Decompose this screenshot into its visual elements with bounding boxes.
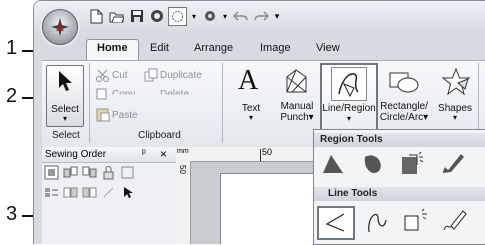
line-region-button[interactable]: Line/Region ▾ xyxy=(320,63,378,133)
scissors-icon xyxy=(96,69,110,87)
shapes-button[interactable]: Shapes ▾ xyxy=(434,65,476,125)
line-freehand-icon xyxy=(443,210,467,231)
region-freehand-icon xyxy=(443,154,464,173)
callout-2: 2 xyxy=(6,85,18,107)
region-curve-icon xyxy=(364,155,381,174)
resize-icon[interactable] xyxy=(101,185,116,200)
line-curve-icon xyxy=(368,213,387,233)
quick-access-toolbar: ▾ ▾ ▾ xyxy=(88,6,282,26)
ruler-mark-50: 50 xyxy=(262,147,273,157)
order-first-icon[interactable] xyxy=(63,165,78,180)
line-semi-auto-icon xyxy=(404,208,427,231)
move-next-icon[interactable] xyxy=(82,185,97,200)
duplicate-button[interactable]: Duplicate xyxy=(160,70,202,81)
order-grid-icon[interactable] xyxy=(44,165,59,180)
circle-arc-label: Circle/Arc▾ xyxy=(379,112,429,123)
sewing-order-header: Sewing Order ᵖ × xyxy=(42,147,176,163)
region-semi-auto-tool[interactable] xyxy=(396,149,430,179)
open-file-icon[interactable] xyxy=(108,8,125,25)
rectangle-circle-icon xyxy=(389,72,419,93)
select-button-arrow: ▾ xyxy=(62,114,67,123)
tab-view[interactable]: View xyxy=(316,42,340,54)
app-logo-icon xyxy=(51,18,69,36)
new-file-icon[interactable] xyxy=(88,8,105,25)
sewing-order-panel: Sewing Order ᵖ × xyxy=(42,147,177,244)
line-semi-auto-tool[interactable] xyxy=(399,206,433,236)
paste-icon xyxy=(96,107,110,127)
region-tools-header: Region Tools xyxy=(314,133,485,147)
shapes-arrow: ▾ xyxy=(452,113,457,122)
line-curve-tool[interactable] xyxy=(360,206,394,236)
line-region-dropdown: Region Tools Line Tools xyxy=(313,129,485,245)
sew-type-icon[interactable] xyxy=(201,8,218,25)
frame-icon[interactable] xyxy=(120,165,135,180)
copy-icon xyxy=(96,87,110,105)
line-tools-label: Line Tools xyxy=(328,188,378,199)
paste-button[interactable]: Paste xyxy=(112,110,138,121)
customize-toolbar-icon[interactable]: ▾ xyxy=(272,8,282,25)
save-icon[interactable] xyxy=(128,8,145,25)
pin-icon[interactable]: ᵖ xyxy=(142,148,146,159)
vruler-mark-50: 50 xyxy=(178,165,187,174)
region-semi-auto-icon xyxy=(402,151,424,174)
thread-color-icon[interactable] xyxy=(168,6,187,26)
line-freehand-tool[interactable] xyxy=(438,206,472,236)
manual-punch-label-2: Punch▾ xyxy=(280,112,314,123)
tab-arrange[interactable]: Arrange xyxy=(194,42,233,54)
region-freehand-tool[interactable] xyxy=(436,149,470,179)
sewing-order-toolbar-1 xyxy=(44,165,135,180)
sewing-order-toolbar-2 xyxy=(44,185,135,200)
manual-punch-label-1: Manual xyxy=(280,101,314,112)
rectangle-label: Rectangle/ xyxy=(380,101,428,112)
dropdown-arrow-icon[interactable]: ▾ xyxy=(190,8,198,25)
group-separator-2 xyxy=(222,63,223,143)
ruler-unit: mm xyxy=(177,148,189,155)
callout-1: 1 xyxy=(6,37,18,59)
text-button-arrow: ▾ xyxy=(248,113,253,122)
tab-home-label[interactable]: Home xyxy=(97,42,128,54)
close-icon[interactable]: × xyxy=(160,147,167,161)
group-label-select: Select xyxy=(52,130,80,141)
manual-punch-button[interactable]: Manual Punch▾ xyxy=(274,65,320,125)
line-tools-row xyxy=(317,206,472,240)
tab-image[interactable]: Image xyxy=(260,42,291,54)
dropdown-arrow-icon-2[interactable]: ▾ xyxy=(221,8,229,25)
group-label-clipboard: Clipboard xyxy=(138,130,181,141)
group-separator xyxy=(89,63,90,143)
region-polygon-icon xyxy=(323,155,343,173)
callout-3: 3 xyxy=(6,203,18,225)
order-last-icon[interactable] xyxy=(82,165,97,180)
line-region-arrow: ▾ xyxy=(346,114,351,123)
region-tools-row xyxy=(316,149,470,179)
region-curve-tool[interactable] xyxy=(356,149,390,179)
arrow-pointer-icon xyxy=(59,71,72,91)
region-tools-label: Region Tools xyxy=(320,134,383,145)
move-prev-icon[interactable] xyxy=(63,185,78,200)
vertical-ruler: 50 xyxy=(176,161,191,244)
tab-edit[interactable]: Edit xyxy=(150,42,169,54)
stop-icon[interactable] xyxy=(148,8,165,25)
line-region-icon-frame xyxy=(331,67,367,101)
line-region-label: Line/Region xyxy=(322,103,376,114)
undo-icon[interactable] xyxy=(232,8,249,25)
text-button[interactable]: A Text ▾ xyxy=(232,65,270,125)
line-straight-icon xyxy=(325,213,345,232)
duplicate-icon xyxy=(144,68,158,87)
line-straight-tool[interactable] xyxy=(317,206,355,240)
pointer-icon[interactable] xyxy=(120,185,135,200)
lock-icon[interactable] xyxy=(101,165,116,180)
line-tools-header: Line Tools xyxy=(314,187,485,201)
text-a-icon: A xyxy=(238,65,259,96)
sewing-order-title: Sewing Order xyxy=(45,149,107,160)
region-straight-tool[interactable] xyxy=(316,149,350,179)
rectangle-circle-arc-button[interactable]: Rectangle/ Circle/Arc▾ xyxy=(376,65,432,125)
view-list-icon[interactable] xyxy=(44,185,59,200)
line-region-icon xyxy=(338,73,359,98)
redo-icon[interactable] xyxy=(252,8,269,25)
manual-punch-icon xyxy=(286,69,307,93)
shapes-star-icon xyxy=(441,67,471,96)
ruler-tick xyxy=(260,149,261,161)
cut-button[interactable]: Cut xyxy=(112,70,128,81)
select-button[interactable]: Select ▾ xyxy=(46,65,84,127)
